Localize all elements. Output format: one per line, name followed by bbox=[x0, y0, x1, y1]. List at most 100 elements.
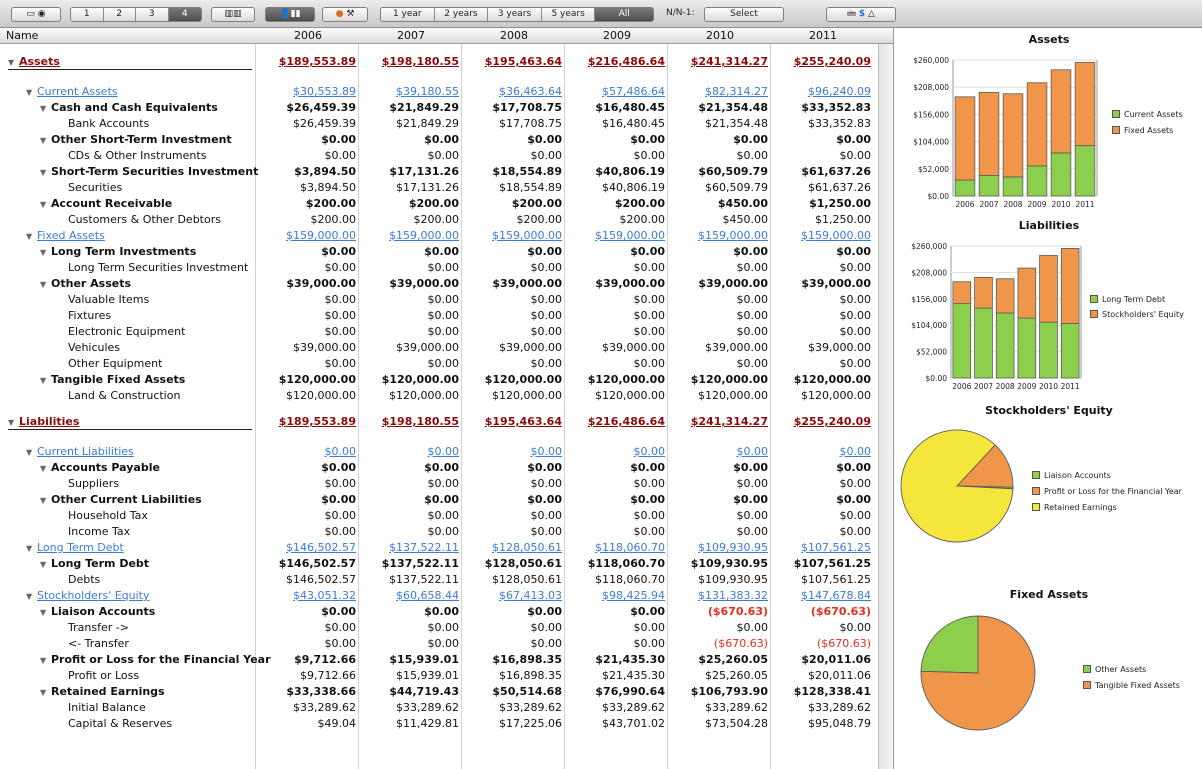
col-header-2008[interactable]: 2008 bbox=[495, 29, 533, 42]
table-row[interactable]: ▼ Accounts Payable $0.00 $0.00 $0.00 $0.00 $0.… bbox=[0, 460, 878, 476]
cell-2010: $0.00 bbox=[736, 149, 769, 162]
level-1-button[interactable]: 1 bbox=[71, 8, 104, 21]
table-row[interactable]: Vehicules $39,000.00 $39,000.00 $39,000.00 $… bbox=[0, 340, 878, 356]
disclosure-triangle-icon[interactable]: ▼ bbox=[40, 245, 51, 261]
cell-2011: $39,000.00 bbox=[801, 277, 871, 290]
table-row[interactable]: Long Term Securities Investment $0.00 $0.0… bbox=[0, 260, 878, 276]
table-row[interactable]: Profit or Loss $9,712.66 $15,939.01 $16,898… bbox=[0, 668, 878, 684]
cell-2010: $0.00 bbox=[736, 445, 769, 458]
period-all[interactable]: All bbox=[595, 8, 653, 21]
disclosure-triangle-icon[interactable]: ▼ bbox=[40, 197, 51, 213]
table-row[interactable]: ▼ Other Assets $39,000.00 $39,000.00 $39,000… bbox=[0, 276, 878, 292]
col-header-2011[interactable]: 2011 bbox=[804, 29, 842, 42]
cell-2006: $0.00 bbox=[321, 605, 356, 618]
col-header-2010[interactable]: 2010 bbox=[701, 29, 739, 42]
table-row[interactable]: ▼ Current Liabilities $0.00 $0.00 $0.00 $0.00… bbox=[0, 444, 878, 460]
disclosure-triangle-icon[interactable]: ▼ bbox=[26, 589, 37, 605]
table-row[interactable]: ▼ Retained Earnings $33,338.66 $44,719.43 $5… bbox=[0, 684, 878, 700]
cell-2007: $60,658.44 bbox=[396, 589, 459, 602]
table-row[interactable]: Household Tax $0.00 $0.00 $0.00 $0.00 $0.00 $0… bbox=[0, 508, 878, 524]
table-row[interactable]: Valuable Items $0.00 $0.00 $0.00 $0.00 $0.00 $… bbox=[0, 292, 878, 308]
table-row[interactable]: ▼ Other Current Liabilities $0.00 $0.00 $0.0… bbox=[0, 492, 878, 508]
table-row[interactable]: Debts $146,502.57 $137,522.11 $128,050.61 $1… bbox=[0, 572, 878, 588]
table-row[interactable]: Transfer -> $0.00 $0.00 $0.00 $0.00 $0.00 $0.0… bbox=[0, 620, 878, 636]
table-row[interactable]: Land & Construction $120,000.00 $120,000.0… bbox=[0, 388, 878, 404]
cell-2006: $3,894.50 bbox=[294, 165, 356, 178]
col-header-2009[interactable]: 2009 bbox=[598, 29, 636, 42]
period-2-years[interactable]: 2 years bbox=[434, 8, 489, 21]
table-row[interactable]: ▼ Account Receivable $200.00 $200.00 $200.00… bbox=[0, 196, 878, 212]
disclosure-triangle-icon[interactable]: ▼ bbox=[26, 541, 37, 557]
disclosure-triangle-icon[interactable]: ▼ bbox=[40, 605, 51, 621]
table-row[interactable]: Electronic Equipment $0.00 $0.00 $0.00 $0.00… bbox=[0, 324, 878, 340]
disclosure-triangle-icon[interactable]: ▼ bbox=[40, 165, 51, 181]
disclosure-triangle-icon[interactable]: ▼ bbox=[40, 653, 51, 669]
liabilities-chart-title: Liabilities bbox=[1018, 219, 1080, 232]
disclosure-triangle-icon[interactable]: ▼ bbox=[26, 445, 37, 461]
table-row[interactable]: ▼ Tangible Fixed Assets $120,000.00 $120,00… bbox=[0, 372, 878, 388]
col-header-2007[interactable]: 2007 bbox=[392, 29, 430, 42]
chart-options-button[interactable]: 🖮 $ △ bbox=[826, 7, 896, 22]
table-row[interactable]: Securities $3,894.50 $17,131.26 $18,554.89 $… bbox=[0, 180, 878, 196]
cell-2009: $0.00 bbox=[633, 325, 666, 338]
table-row[interactable]: ▼ Current Assets $30,553.89 $39,180.55 $36,4… bbox=[0, 84, 878, 100]
cell-2008: $50,514.68 bbox=[492, 685, 562, 698]
table-row[interactable]: Bank Accounts $26,459.39 $21,849.29 $17,708… bbox=[0, 116, 878, 132]
disclosure-triangle-icon[interactable]: ▼ bbox=[40, 133, 51, 149]
currency-tools-button[interactable]: ● ⚒ bbox=[322, 7, 368, 22]
col-header-2006[interactable]: 2006 bbox=[289, 29, 327, 42]
columns-view-button[interactable]: ▥▥ bbox=[211, 7, 255, 22]
table-row[interactable]: CDs & Other Instruments $0.00 $0.00 $0.00 $0… bbox=[0, 148, 878, 164]
table-row[interactable]: ▼ Fixed Assets $159,000.00 $159,000.00 $159,… bbox=[0, 228, 878, 244]
table-row[interactable]: ▼ Liaison Accounts $0.00 $0.00 $0.00 $0.00 ($6… bbox=[0, 604, 878, 620]
cell-2011: $0.00 bbox=[836, 133, 871, 146]
cell-2008: $120,000.00 bbox=[492, 389, 562, 402]
col-header-name[interactable]: Name bbox=[6, 29, 38, 42]
cell-2010: $450.00 bbox=[717, 197, 768, 210]
people-button[interactable]: 👤▮▮ bbox=[265, 7, 315, 22]
table-row[interactable]: Other Equipment $0.00 $0.00 $0.00 $0.00 $0.00… bbox=[0, 356, 878, 372]
table-row[interactable]: Income Tax $0.00 $0.00 $0.00 $0.00 $0.00 $0.00 bbox=[0, 524, 878, 540]
table-row[interactable]: Suppliers $0.00 $0.00 $0.00 $0.00 $0.00 $0.00 bbox=[0, 476, 878, 492]
disclosure-triangle-icon[interactable]: ▼ bbox=[40, 557, 51, 573]
vertical-scrollbar[interactable] bbox=[878, 44, 893, 769]
period-3-years[interactable]: 3 years bbox=[488, 8, 542, 21]
cell-2009: $98,425.94 bbox=[602, 589, 665, 602]
table-row[interactable]: Customers & Other Debtors $200.00 $200.00 $… bbox=[0, 212, 878, 228]
table-row[interactable]: ▼ Cash and Cash Equivalents $26,459.39 $21,… bbox=[0, 100, 878, 116]
disclosure-triangle-icon[interactable]: ▼ bbox=[40, 685, 51, 701]
table-row[interactable]: ▼ Profit or Loss for the Financial Year $9… bbox=[0, 652, 878, 668]
select-button[interactable]: Select bbox=[704, 7, 784, 22]
table-row[interactable]: ▼ Stockholders' Equity $43,051.32 $60,658.4… bbox=[0, 588, 878, 604]
period-5-years[interactable]: 5 years bbox=[541, 8, 596, 21]
table-row[interactable]: ▼ Other Short-Term Investment $0.00 $0.00 $0… bbox=[0, 132, 878, 148]
pie-slice-0 bbox=[920, 615, 979, 674]
cell-2011: $20,011.06 bbox=[801, 653, 871, 666]
table-row[interactable]: ▼ Liabilities $189,553.89 $198,180.55 $195,4… bbox=[0, 414, 878, 430]
disclosure-triangle-icon[interactable]: ▼ bbox=[40, 101, 51, 117]
table-row[interactable]: ▼ Long Term Debt $146,502.57 $137,522.11 $12… bbox=[0, 556, 878, 572]
bar-green-2009 bbox=[1017, 317, 1037, 379]
cell-2008: $0.00 bbox=[527, 245, 562, 258]
disclosure-triangle-icon[interactable]: ▼ bbox=[40, 461, 51, 477]
disclosure-triangle-icon[interactable]: ▼ bbox=[40, 373, 51, 389]
disclosure-triangle-icon[interactable]: ▼ bbox=[26, 85, 37, 101]
disclosure-triangle-icon[interactable]: ▼ bbox=[40, 277, 51, 293]
period-1-year[interactable]: 1 year bbox=[381, 8, 435, 21]
table-row[interactable]: ▼ Long Term Debt $146,502.57 $137,522.11 $12… bbox=[0, 540, 878, 556]
table-row[interactable]: Capital & Reserves $49.04 $11,429.81 $17,22… bbox=[0, 716, 878, 732]
table-row[interactable]: ▼ Long Term Investments $0.00 $0.00 $0.00 $0.… bbox=[0, 244, 878, 260]
disclosure-triangle-icon[interactable]: ▼ bbox=[26, 229, 37, 245]
table-row[interactable]: Initial Balance $33,289.62 $33,289.62 $33,2… bbox=[0, 700, 878, 716]
table-row[interactable]: ▼ Assets $189,553.89 $198,180.55 $195,463.64… bbox=[0, 54, 878, 70]
level-2-button[interactable]: 2 bbox=[103, 8, 136, 21]
cell-2009: $16,480.45 bbox=[602, 117, 665, 130]
disclosure-triangle-icon[interactable]: ▼ bbox=[40, 493, 51, 509]
view-toggle-button[interactable]: ▭ ◉ bbox=[11, 7, 61, 22]
table-row[interactable]: <- Transfer $0.00 $0.00 $0.00 $0.00 ($670.63)… bbox=[0, 636, 878, 652]
table-row[interactable]: ▼ Short-Term Securities Investment $3,894.… bbox=[0, 164, 878, 180]
row-name: CDs & Other Instruments bbox=[68, 148, 206, 164]
table-row[interactable]: Fixtures $0.00 $0.00 $0.00 $0.00 $0.00 $0.00 bbox=[0, 308, 878, 324]
level-3-button[interactable]: 3 bbox=[136, 8, 169, 21]
level-4-button[interactable]: 4 bbox=[168, 8, 201, 21]
